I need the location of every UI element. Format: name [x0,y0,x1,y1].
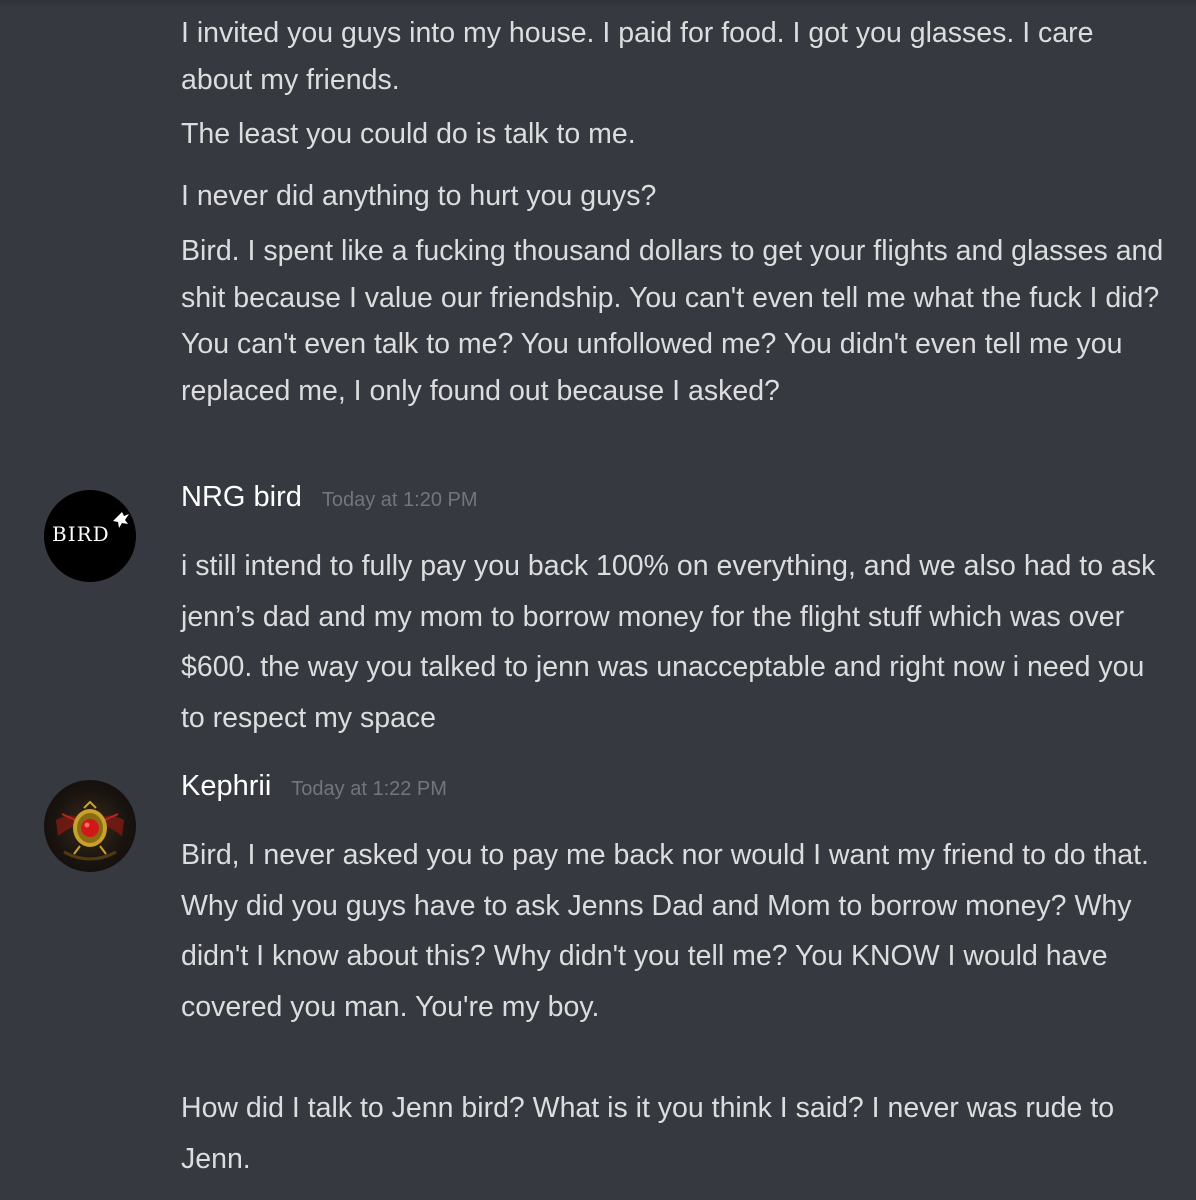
timestamp[interactable]: Today at 1:20 PM [322,489,478,512]
message-text: i still intend to fully pay you back 100… [181,550,1156,734]
scroll-top-edge [0,0,1196,8]
message-text: I never did anything to hurt you guys? [181,180,657,212]
scarab-emblem-icon [56,800,124,861]
avatar[interactable] [44,780,136,872]
bird-logo-icon [113,512,129,528]
message-header: Kephrii Today at 1:22 PM [181,770,447,810]
message-header: NRG bird Today at 1:20 PM [181,481,478,521]
username[interactable]: NRG bird [181,481,302,514]
avatar[interactable]: BIRD [44,490,136,582]
message-text: Bird, I never asked you to pay me back n… [181,839,1149,1023]
message-text: How did I talk to Jenn bird? What is it … [181,1092,1115,1175]
message-text: Bird. I spent like a fucking thousand do… [181,235,1164,407]
message-text: I invited you guys into my house. I paid… [181,17,1094,96]
message-text: The least you could do is talk to me. [181,118,636,150]
username[interactable]: Kephrii [181,770,271,803]
timestamp[interactable]: Today at 1:22 PM [291,778,447,801]
